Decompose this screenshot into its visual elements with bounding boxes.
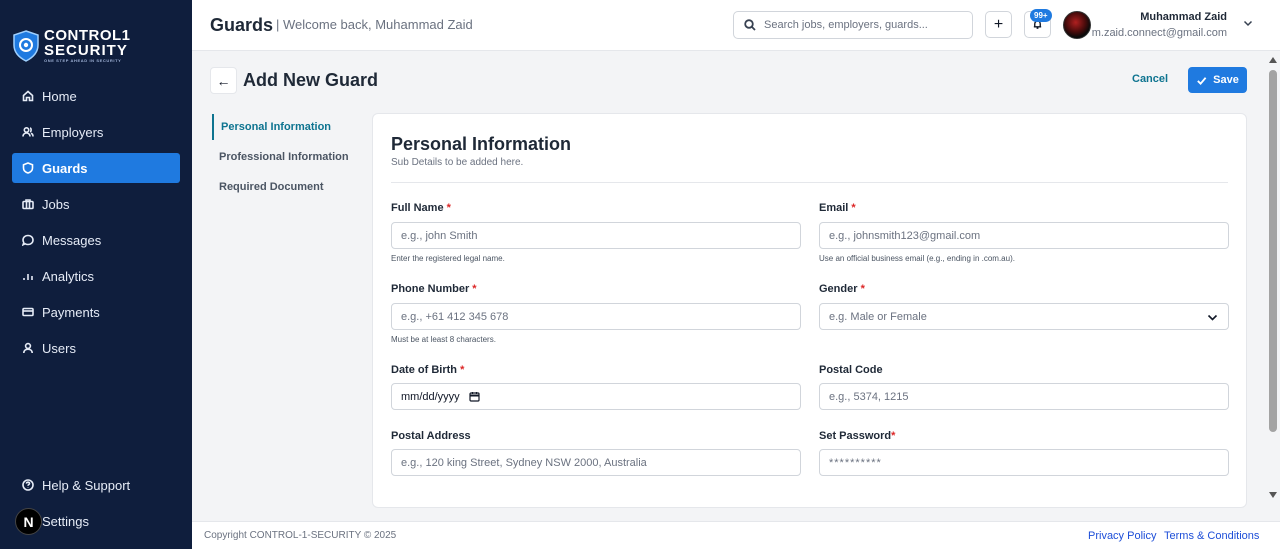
sidebar-item-label: Employers <box>42 124 104 140</box>
sidebar-item-analytics[interactable]: Analytics <box>12 261 180 291</box>
terms-link[interactable]: Terms & Conditions <box>1164 530 1259 542</box>
home-icon <box>22 90 34 102</box>
chevron-down-icon[interactable] <box>1243 18 1253 28</box>
scrollbar-thumb[interactable] <box>1269 70 1277 432</box>
sidebar-item-label: Analytics <box>42 268 95 284</box>
full-name-help: Enter the registered legal name. <box>391 254 505 263</box>
sidebar-item-guards[interactable]: Guards <box>12 153 180 183</box>
sidebar-item-label: Jobs <box>42 196 70 212</box>
shield-logo-icon <box>13 30 39 62</box>
sidebar-item-label: Messages <box>42 232 102 248</box>
postal-code-label: Postal Code <box>819 364 883 376</box>
email-input[interactable] <box>829 229 1228 242</box>
sidebar-item-help-support[interactable]: Help & Support <box>12 470 180 500</box>
save-button-label: Save <box>1213 74 1239 86</box>
sidebar: CONTROL1 SECURITY ONE STEP AHEAD IN SECU… <box>0 0 192 549</box>
full-name-label: Full Name * <box>391 202 451 214</box>
scroll-up-arrow-icon[interactable] <box>1269 57 1277 63</box>
search-icon <box>744 19 756 31</box>
chevron-down-icon <box>1207 314 1218 321</box>
calendar-icon[interactable] <box>469 391 480 402</box>
sidebar-item-label: Users <box>42 340 76 356</box>
sidebar-item-home[interactable]: Home <box>12 81 180 111</box>
step-personal-information[interactable]: Personal Information <box>212 114 331 140</box>
bar-chart-icon <box>23 274 33 280</box>
check-icon <box>1197 76 1207 85</box>
help-circle-icon <box>22 479 34 491</box>
sidebar-item-label: Home <box>42 88 77 104</box>
sidebar-item-label: Help & Support <box>42 477 131 493</box>
email-field[interactable] <box>819 222 1229 249</box>
gender-label: Gender * <box>819 283 865 295</box>
user-name: Muhammad Zaid <box>1140 11 1227 23</box>
step-required-document[interactable]: Required Document <box>212 174 324 200</box>
phone-input[interactable] <box>401 310 800 323</box>
brand-wordmark: CONTROL1 SECURITY ONE STEP AHEAD IN SECU… <box>44 28 131 64</box>
phone-help: Must be at least 8 characters. <box>391 335 496 344</box>
sidebar-item-label: Payments <box>42 304 100 320</box>
sidebar-item-messages[interactable]: Messages <box>12 225 180 255</box>
search-box[interactable] <box>733 11 973 39</box>
privacy-policy-link[interactable]: Privacy Policy <box>1088 530 1156 542</box>
welcome-text: | Welcome back, Muhammad Zaid <box>276 17 473 32</box>
postal-code-field[interactable] <box>819 383 1229 410</box>
save-button[interactable]: Save <box>1188 67 1247 93</box>
scroll-down-arrow-icon[interactable] <box>1269 492 1277 498</box>
email-help: Use an official business email (e.g., en… <box>819 254 1015 263</box>
brand-line1: CONTROL1 <box>44 27 131 44</box>
phone-field[interactable] <box>391 303 801 330</box>
brand-line2: SECURITY <box>44 42 128 59</box>
dob-label: Date of Birth * <box>391 364 465 376</box>
briefcase-icon <box>22 199 34 210</box>
phone-label: Phone Number * <box>391 283 477 295</box>
copyright-text: Copyright CONTROL-1-SECURITY © 2025 <box>204 530 397 541</box>
search-input[interactable] <box>764 19 954 31</box>
dev-tools-badge[interactable]: N <box>15 508 42 535</box>
sidebar-item-users[interactable]: Users <box>12 333 180 363</box>
message-icon <box>22 234 34 246</box>
sidebar-item-label: Settings <box>42 513 89 529</box>
full-name-input[interactable] <box>401 229 800 242</box>
user-email: m.zaid.connect@gmail.com <box>1091 27 1227 39</box>
footer: Copyright CONTROL-1-SECURITY © 2025 Priv… <box>192 521 1280 549</box>
page-title: Guards <box>210 15 274 35</box>
form-page-title: Add New Guard <box>243 70 379 90</box>
section-title: Personal Information <box>391 134 572 154</box>
back-button[interactable]: ← <box>210 67 237 94</box>
shield-icon <box>22 162 34 174</box>
gender-select[interactable]: e.g. Male or Female <box>819 303 1229 330</box>
postal-address-label: Postal Address <box>391 430 471 442</box>
brand-tagline: ONE STEP AHEAD IN SECURITY <box>44 58 122 63</box>
dob-value: mm/dd/yyyy <box>401 390 460 403</box>
users-icon <box>22 126 34 137</box>
sidebar-item-employers[interactable]: Employers <box>12 117 180 147</box>
form-card: Personal Information Sub Details to be a… <box>372 113 1247 508</box>
gender-placeholder: e.g. Male or Female <box>829 310 927 323</box>
step-professional-information[interactable]: Professional Information <box>212 144 349 170</box>
email-label: Email * <box>819 202 856 214</box>
section-subtitle: Sub Details to be added here. <box>391 157 524 168</box>
password-value: ********** <box>829 456 882 469</box>
password-field[interactable]: ********** <box>819 449 1229 476</box>
user-icon <box>23 342 33 354</box>
postal-address-input[interactable] <box>401 456 800 469</box>
notification-count-badge: 99+ <box>1030 9 1052 22</box>
brand-logo[interactable]: CONTROL1 SECURITY ONE STEP AHEAD IN SECU… <box>12 28 131 64</box>
sidebar-item-label: Guards <box>42 160 88 176</box>
divider <box>391 182 1228 183</box>
postal-code-input[interactable] <box>829 390 1228 403</box>
dob-field[interactable]: mm/dd/yyyy <box>391 383 801 410</box>
sidebar-item-payments[interactable]: Payments <box>12 297 180 327</box>
full-name-field[interactable] <box>391 222 801 249</box>
avatar[interactable] <box>1063 11 1091 39</box>
postal-address-field[interactable] <box>391 449 801 476</box>
cancel-button[interactable]: Cancel <box>1132 73 1168 85</box>
password-label: Set Password* <box>819 430 896 442</box>
credit-card-icon <box>22 307 34 317</box>
add-button[interactable]: + <box>985 11 1012 38</box>
top-bar: Guards | Welcome back, Muhammad Zaid + 9… <box>192 0 1280 51</box>
sidebar-item-jobs[interactable]: Jobs <box>12 189 180 219</box>
